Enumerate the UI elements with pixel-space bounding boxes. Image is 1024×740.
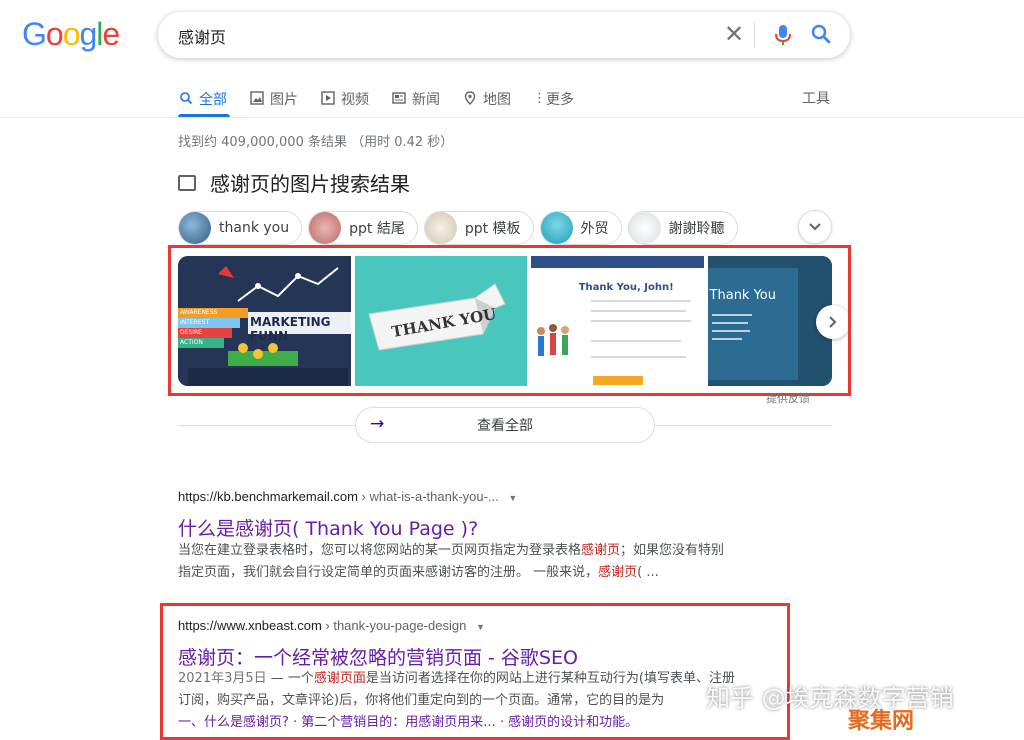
chevron-down-icon xyxy=(809,223,821,231)
chip-thank-you[interactable]: thank you xyxy=(178,211,303,245)
google-logo[interactable]: Google xyxy=(22,16,120,53)
feedback-link[interactable]: 提供反馈 xyxy=(766,390,810,406)
search-icon xyxy=(178,91,194,107)
result-path: › what-is-a-thank-you-... xyxy=(357,489,499,504)
search-box[interactable]: 感谢页 ✕ xyxy=(158,12,850,58)
tab-label: 地图 xyxy=(483,92,511,108)
tab-label: 视频 xyxy=(341,92,369,108)
logo-letter: e xyxy=(102,16,120,52)
play-icon xyxy=(320,91,336,107)
chip-thumbnail xyxy=(628,212,661,244)
related-chips: thank you ppt 結尾 ppt 模板 外贸 謝謝聆聽 xyxy=(178,211,744,245)
result-url[interactable]: https://kb.benchmarkemail.com › what-is-… xyxy=(178,489,517,504)
search-input[interactable]: 感谢页 xyxy=(178,24,226,48)
chip-label: 謝謝聆聽 xyxy=(668,221,725,237)
chip-thumbnail xyxy=(309,212,342,244)
image-results-title: 感谢页的图片搜索结果 xyxy=(210,172,410,196)
clear-icon[interactable]: ✕ xyxy=(724,20,744,48)
tab-label: 全部 xyxy=(199,92,227,108)
microphone-icon[interactable] xyxy=(772,23,794,51)
tab-label: 更多 xyxy=(546,92,574,108)
image-icon xyxy=(178,174,196,191)
chip-thumbnail xyxy=(179,212,211,244)
logo-letter: g xyxy=(79,16,97,52)
tab-news[interactable]: 新闻 xyxy=(391,86,440,112)
snippet-line: 指定页面，我们就会自行设定简单的页面来感谢访客的注册。 一般来说，感谢页( ..… xyxy=(178,565,659,580)
expand-chips-button[interactable] xyxy=(798,210,832,244)
search-divider xyxy=(754,22,755,48)
image-results-heading[interactable]: 感谢页的图片搜索结果 xyxy=(178,168,410,197)
chip-thanks-listening[interactable]: 謝謝聆聽 xyxy=(627,211,738,245)
result-snippet: 当您在建立登录表格时，您可以将您网站的某一页网页指定为登录表格感谢页；如果您没有… xyxy=(178,540,798,584)
chip-label: ppt 結尾 xyxy=(349,221,405,237)
chip-label: ppt 模板 xyxy=(464,221,521,237)
tab-maps[interactable]: 地图 xyxy=(462,86,511,112)
image-icon xyxy=(249,91,265,107)
result-title[interactable]: 什么是感谢页( Thank You Page )? xyxy=(178,514,478,541)
logo-letter: G xyxy=(22,16,47,52)
watermark-logo: 聚集网 xyxy=(848,709,915,734)
logo-letter: o xyxy=(62,16,81,52)
tab-images[interactable]: 图片 xyxy=(249,86,298,112)
search-tabs: 全部 图片 视频 新闻 地图 ⋮ 更多 xyxy=(178,86,596,112)
news-icon xyxy=(391,91,407,107)
tools-button[interactable]: 工具 xyxy=(802,88,830,108)
chevron-down-icon[interactable]: ▼ xyxy=(508,493,517,503)
result-domain: https://kb.benchmarkemail.com xyxy=(178,489,358,504)
search-icon[interactable] xyxy=(810,23,832,49)
highlight-box-result xyxy=(160,603,790,740)
chip-ppt-template[interactable]: ppt 模板 xyxy=(423,211,534,245)
chip-foreign-trade[interactable]: 外贸 xyxy=(539,211,622,245)
header-divider xyxy=(0,117,1024,118)
watermark-text: 知乎 @埃克森数字营销 xyxy=(706,684,954,712)
tab-all[interactable]: 全部 xyxy=(178,86,227,112)
chip-label: 外贸 xyxy=(580,221,609,237)
tab-videos[interactable]: 视频 xyxy=(320,86,369,112)
more-vert-icon: ⋮ xyxy=(533,91,546,106)
tab-label: 图片 xyxy=(270,92,298,108)
view-all-label: 查看全部 xyxy=(477,418,533,434)
chip-thumbnail xyxy=(540,212,573,244)
highlight-box-images xyxy=(168,245,851,396)
tab-label: 新闻 xyxy=(412,92,440,108)
tab-more[interactable]: ⋮ 更多 xyxy=(533,86,574,112)
chip-thumbnail xyxy=(424,212,457,244)
chip-label: thank you xyxy=(219,220,290,236)
logo-letter: o xyxy=(45,16,64,52)
result-stats: 找到约 409,000,000 条结果 （用时 0.42 秒） xyxy=(178,135,454,150)
snippet-line: 当您在建立登录表格时，您可以将您网站的某一页网页指定为登录表格感谢页；如果您没有… xyxy=(178,543,725,558)
chip-ppt-ending[interactable]: ppt 結尾 xyxy=(308,211,418,245)
arrow-right-icon: → xyxy=(370,414,385,434)
map-pin-icon xyxy=(462,91,478,107)
view-all-button[interactable]: → 查看全部 xyxy=(355,407,655,443)
